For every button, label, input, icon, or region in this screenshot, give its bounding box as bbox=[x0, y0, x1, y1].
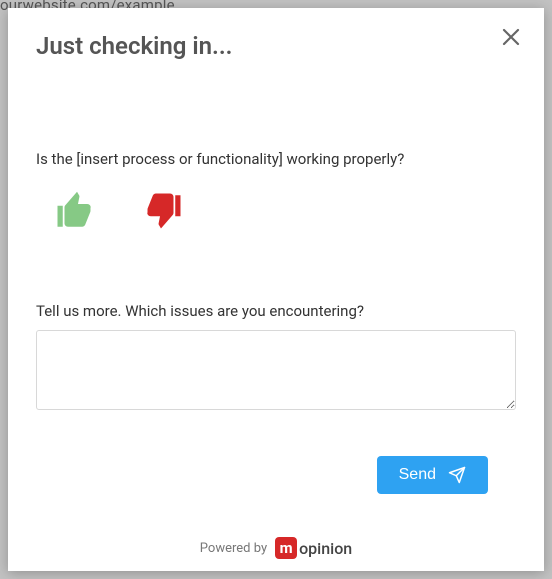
thumbs-down-icon bbox=[142, 190, 184, 232]
feedback-modal: Just checking in... Is the [insert proce… bbox=[8, 8, 544, 571]
modal-body: Is the [insert process or functionality]… bbox=[8, 60, 544, 523]
brand-logo[interactable]: mopinion bbox=[275, 537, 352, 559]
modal-title: Just checking in... bbox=[36, 32, 516, 60]
thumbs-up-button[interactable] bbox=[54, 190, 96, 232]
question-working-properly: Is the [insert process or functionality]… bbox=[36, 150, 516, 168]
footer-row: Send bbox=[36, 456, 516, 494]
powered-by-prefix: Powered by bbox=[200, 541, 267, 556]
modal-header: Just checking in... bbox=[8, 8, 544, 60]
close-icon bbox=[502, 28, 520, 46]
paper-plane-icon bbox=[448, 466, 466, 484]
send-button[interactable]: Send bbox=[377, 456, 488, 494]
question-tell-us-more: Tell us more. Which issues are you encou… bbox=[36, 302, 516, 320]
close-button[interactable] bbox=[496, 22, 526, 52]
thumbs-row bbox=[36, 190, 516, 232]
brand-m-badge: m bbox=[275, 537, 297, 559]
send-button-label: Send bbox=[399, 466, 436, 484]
brand-name-rest: opinion bbox=[299, 539, 352, 558]
thumbs-up-icon bbox=[54, 190, 96, 232]
thumbs-down-button[interactable] bbox=[142, 190, 184, 232]
issues-textarea[interactable] bbox=[36, 330, 516, 410]
powered-by: Powered by mopinion bbox=[8, 523, 544, 571]
